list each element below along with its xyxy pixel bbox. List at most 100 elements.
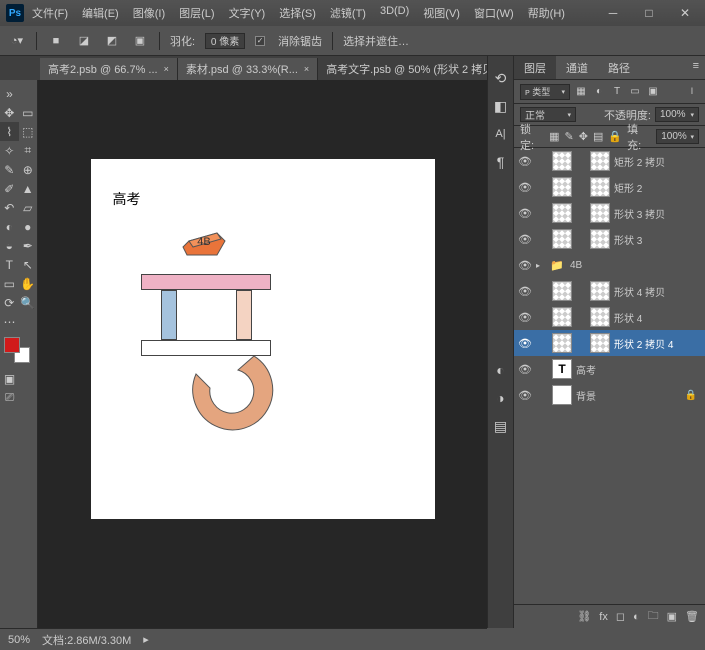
lock-all-icon[interactable]: 🔒 xyxy=(608,130,622,143)
visibility-icon[interactable]: 👁 xyxy=(518,363,532,376)
filter-kind-select[interactable]: ᴘ 类型 xyxy=(520,84,570,100)
layer-style-icon[interactable]: fx xyxy=(599,611,608,623)
mask-thumb[interactable] xyxy=(590,281,610,301)
layer-name[interactable]: 4B xyxy=(570,260,701,271)
layer-name[interactable]: 背景 xyxy=(576,388,681,403)
layer-row[interactable]: 👁背景🔒 xyxy=(514,382,705,408)
zoom-level[interactable]: 50% xyxy=(8,634,30,646)
new-selection-icon[interactable]: ■ xyxy=(47,32,65,50)
wand-tool[interactable]: ✧ xyxy=(0,141,19,160)
tool-preset-icon[interactable]: ◔▾ xyxy=(8,32,26,50)
layer-thumb[interactable] xyxy=(552,333,572,353)
layer-name[interactable]: 形状 4 拷贝 xyxy=(614,284,701,299)
color-panel-icon[interactable]: ◧ xyxy=(488,92,513,120)
new-layer-icon[interactable]: ▣ xyxy=(667,610,677,623)
adjustments-icon[interactable]: ◐ xyxy=(488,356,513,384)
layer-mask-icon[interactable]: ◻ xyxy=(616,610,625,623)
pen-tool[interactable]: ✒ xyxy=(19,236,38,255)
layer-name[interactable]: 形状 3 xyxy=(614,232,701,247)
filter-shape-icon[interactable]: ▭ xyxy=(628,85,642,99)
lasso-tool[interactable]: ⌇ xyxy=(0,122,19,141)
screenmode-tool[interactable]: ⎚ xyxy=(0,388,19,407)
lock-pos-icon[interactable]: ✥ xyxy=(579,130,588,143)
layer-row[interactable]: 👁形状 3 拷贝 xyxy=(514,200,705,226)
expand-icon[interactable]: ▸ xyxy=(536,261,546,270)
brushes-icon[interactable]: ▤ xyxy=(488,412,513,440)
rotate-tool[interactable]: ⟳ xyxy=(0,293,19,312)
layer-thumb[interactable] xyxy=(552,281,572,301)
menu-help[interactable]: 帮助(H) xyxy=(528,5,565,21)
history-brush-tool[interactable]: ↶ xyxy=(0,198,19,217)
menu-edit[interactable]: 编辑(E) xyxy=(82,5,119,21)
fill-input[interactable]: 100% xyxy=(656,129,699,144)
visibility-icon[interactable]: 👁 xyxy=(518,389,532,402)
blur-tool[interactable]: ● xyxy=(19,217,38,236)
mask-thumb[interactable] xyxy=(590,307,610,327)
lock-trans-icon[interactable]: ▦ xyxy=(549,130,559,143)
tab-layers[interactable]: 图层 xyxy=(514,56,556,79)
char-panel-icon[interactable]: A| xyxy=(488,120,513,148)
color-swatch[interactable] xyxy=(4,337,30,363)
feather-input[interactable]: 0 像素 xyxy=(205,33,245,49)
mask-thumb[interactable] xyxy=(590,203,610,223)
filter-smart-icon[interactable]: ▣ xyxy=(646,85,660,99)
visibility-icon[interactable]: 👁 xyxy=(518,155,532,168)
layer-row[interactable]: 👁形状 3 xyxy=(514,226,705,252)
menu-window[interactable]: 窗口(W) xyxy=(474,5,514,21)
delete-layer-icon[interactable]: 🗑 xyxy=(685,610,699,623)
eraser-tool[interactable]: ▱ xyxy=(19,198,38,217)
marquee-tool[interactable]: ⬚ xyxy=(19,122,38,141)
mask-thumb[interactable] xyxy=(590,333,610,353)
layer-thumb[interactable] xyxy=(552,229,572,249)
visibility-icon[interactable]: 👁 xyxy=(518,285,532,298)
tab-paths[interactable]: 路径 xyxy=(598,56,640,79)
layer-name[interactable]: 形状 2 拷贝 4 xyxy=(614,336,701,351)
mask-thumb[interactable] xyxy=(590,229,610,249)
subtract-selection-icon[interactable]: ◩ xyxy=(103,32,121,50)
foreground-color[interactable] xyxy=(4,337,20,353)
layer-thumb[interactable] xyxy=(552,307,572,327)
menu-layer[interactable]: 图层(L) xyxy=(179,5,214,21)
zoom-tool[interactable]: 🔍 xyxy=(19,293,38,312)
visibility-icon[interactable]: 👁 xyxy=(518,207,532,220)
filter-pixel-icon[interactable]: ▦ xyxy=(574,85,588,99)
tab-channels[interactable]: 通道 xyxy=(556,56,598,79)
add-selection-icon[interactable]: ◪ xyxy=(75,32,93,50)
collapse-icon[interactable]: » xyxy=(0,84,19,103)
menu-view[interactable]: 视图(V) xyxy=(423,5,460,21)
menu-filter[interactable]: 滤镜(T) xyxy=(330,5,366,21)
minimize-button[interactable]: ─ xyxy=(599,4,627,22)
group-icon[interactable]: 🗀 xyxy=(648,607,659,626)
layer-row[interactable]: 👁▸📁4B xyxy=(514,252,705,278)
layer-name[interactable]: 矩形 2 xyxy=(614,180,701,195)
adjustment-layer-icon[interactable]: ◐ xyxy=(633,611,640,623)
layer-thumb[interactable] xyxy=(552,177,572,197)
menu-file[interactable]: 文件(F) xyxy=(32,5,68,21)
quickmask-tool[interactable]: ▣ xyxy=(0,369,19,388)
brush-tool[interactable]: ✐ xyxy=(0,179,19,198)
layer-thumb[interactable] xyxy=(552,385,572,405)
crop-tool[interactable]: ⌗ xyxy=(19,141,38,160)
filter-toggle-icon[interactable]: ⏽ xyxy=(685,85,699,99)
layer-name[interactable]: 高考 xyxy=(576,362,701,377)
layer-thumb[interactable] xyxy=(552,151,572,171)
maximize-button[interactable]: □ xyxy=(635,4,663,22)
styles-icon[interactable]: ◑ xyxy=(488,384,513,412)
layer-row[interactable]: 👁矩形 2 xyxy=(514,174,705,200)
move-tool[interactable]: ✥ xyxy=(0,103,19,122)
paragraph-panel-icon[interactable]: ¶ xyxy=(488,148,513,176)
stamp-tool[interactable]: ▲ xyxy=(19,179,38,198)
visibility-icon[interactable]: 👁 xyxy=(518,259,532,272)
tab-doc1[interactable]: 高考2.psb @ 66.7% ...× xyxy=(40,58,178,80)
mask-thumb[interactable] xyxy=(590,177,610,197)
layer-row[interactable]: 👁矩形 2 拷贝 xyxy=(514,148,705,174)
artboard-tool[interactable]: ▭ xyxy=(19,103,38,122)
menu-select[interactable]: 选择(S) xyxy=(279,5,316,21)
eyedropper-tool[interactable]: ✎ xyxy=(0,160,19,179)
menu-type[interactable]: 文字(Y) xyxy=(229,5,266,21)
type-tool[interactable]: T xyxy=(0,255,19,274)
mask-thumb[interactable] xyxy=(590,151,610,171)
panel-menu-icon[interactable]: ≡ xyxy=(687,56,705,79)
intersect-selection-icon[interactable]: ▣ xyxy=(131,32,149,50)
close-icon[interactable]: × xyxy=(164,64,169,74)
